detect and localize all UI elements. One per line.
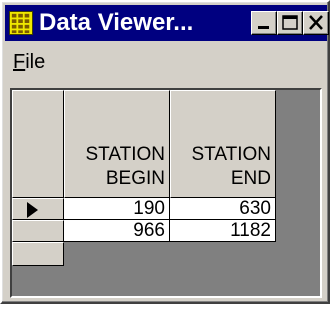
column-header-line1: STATION xyxy=(85,144,165,165)
column-header-station-begin[interactable]: STATION BEGIN xyxy=(64,90,170,198)
title-bar[interactable]: Data Viewer... xyxy=(5,5,329,41)
minimize-icon xyxy=(258,26,269,29)
row-header-2[interactable] xyxy=(12,220,64,242)
menu-file-mnemonic: F xyxy=(13,51,26,73)
row-header-new[interactable] xyxy=(12,242,64,266)
column-header-line2: END xyxy=(230,168,271,189)
maximize-icon xyxy=(282,15,298,30)
maximize-button[interactable] xyxy=(277,11,303,35)
close-button[interactable] xyxy=(303,11,329,35)
window-title: Data Viewer... xyxy=(39,9,194,36)
grid-corner-header[interactable] xyxy=(12,90,64,198)
row-header-1[interactable] xyxy=(12,198,64,220)
current-row-arrow-icon xyxy=(27,202,38,218)
table-cell-station-end[interactable]: 1182 xyxy=(170,220,276,242)
data-viewer-window: Data Viewer... File STATION BEGIN STATIO… xyxy=(0,0,330,304)
table-cell-station-begin[interactable]: 966 xyxy=(64,220,170,242)
minimize-button[interactable] xyxy=(251,11,277,35)
grid-app-icon[interactable] xyxy=(9,11,33,35)
close-icon xyxy=(309,15,323,30)
table-cell-station-begin[interactable]: 190 xyxy=(64,198,170,220)
data-grid[interactable]: STATION BEGIN STATION END 190 630 966 11… xyxy=(10,88,322,298)
menu-bar: File xyxy=(5,44,327,80)
column-header-line1: STATION xyxy=(191,144,271,165)
table-cell-station-end[interactable]: 630 xyxy=(170,198,276,220)
column-header-station-end[interactable]: STATION END xyxy=(170,90,276,198)
menu-file[interactable]: File xyxy=(13,50,45,74)
column-header-line2: BEGIN xyxy=(105,168,165,189)
menu-file-label: ile xyxy=(25,51,46,73)
